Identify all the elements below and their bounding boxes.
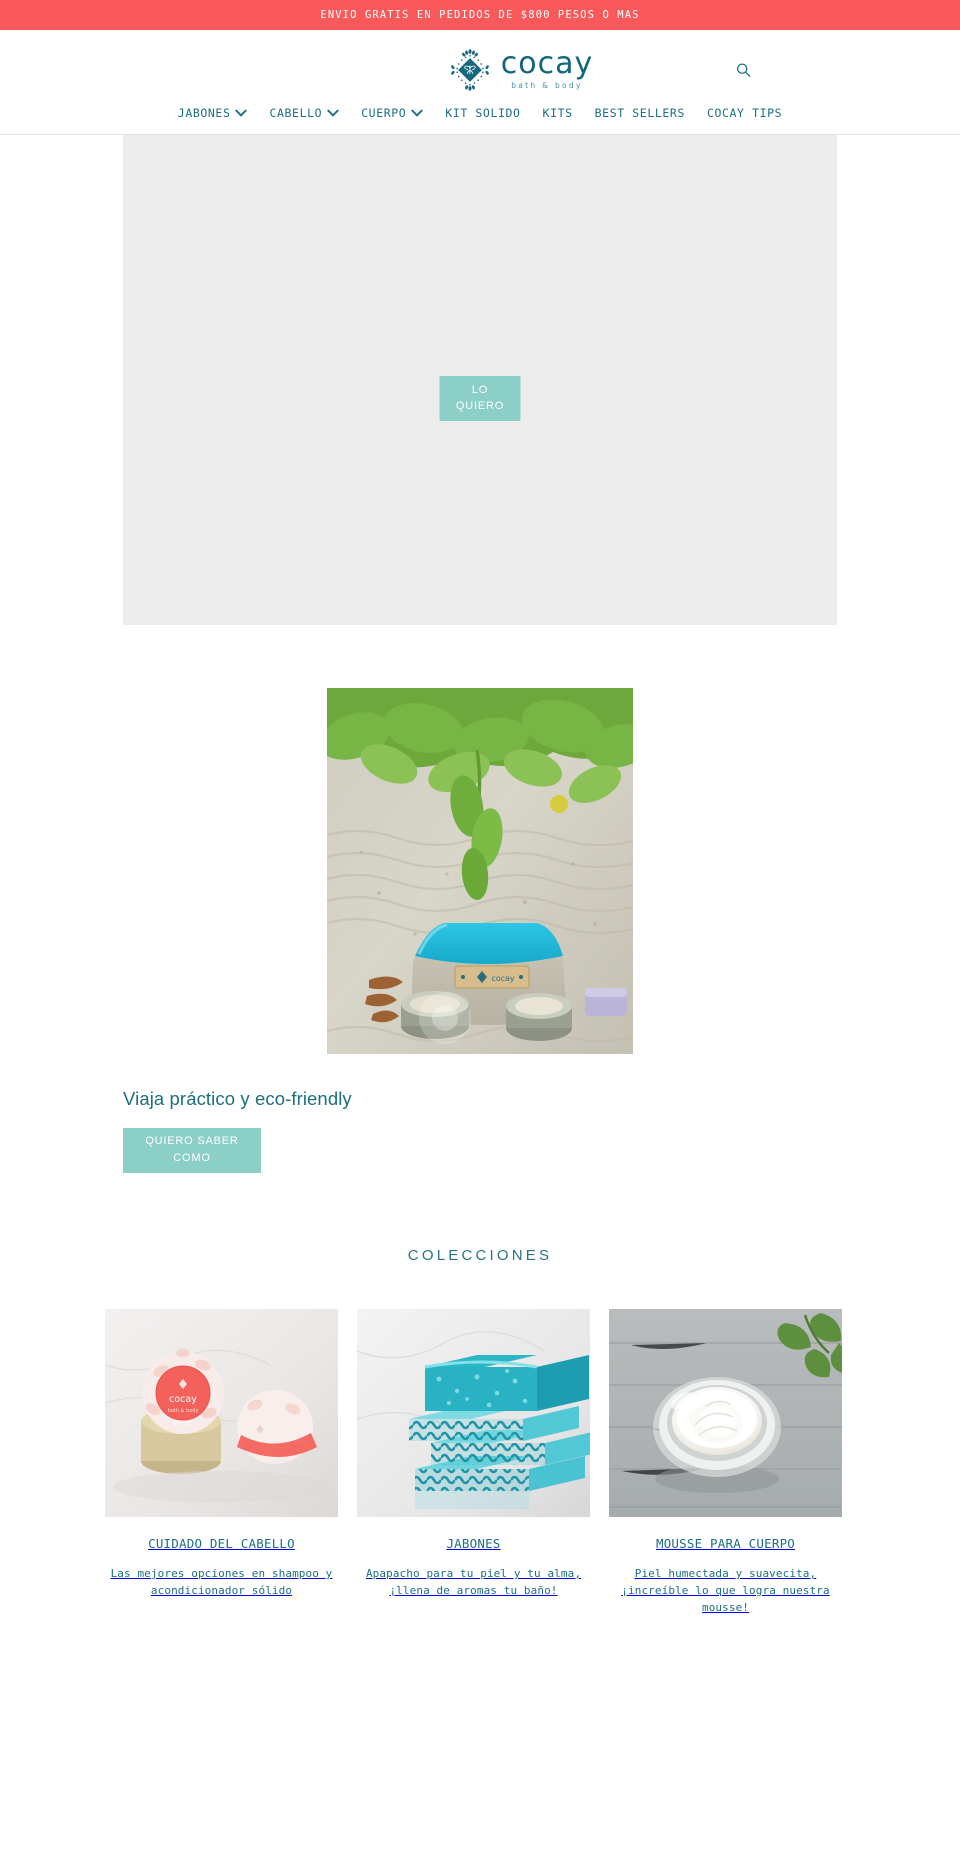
header-top-row: cocay bath & body — [0, 42, 960, 98]
nav-item-cuerpo[interactable]: CUERPO — [361, 106, 423, 120]
chevron-down-icon — [411, 106, 423, 120]
nav-item-label: KIT SOLIDO — [445, 106, 521, 120]
hero-cta-button[interactable]: LO QUIERO — [439, 376, 521, 421]
nav-item-label: COCAY TIPS — [706, 106, 783, 120]
logo-wordmark: cocay bath & body — [500, 46, 594, 90]
collection-card-description: Las mejores opciones en shampoo y acondi… — [110, 1567, 333, 1598]
collection-card-image — [357, 1309, 590, 1517]
announcement-text: ENVIO GRATIS EN PEDIDOS DE $800 PESOS O … — [320, 9, 640, 21]
hero-cta-line1: LO — [471, 383, 489, 396]
nav-item-cabello[interactable]: CABELLO — [269, 106, 339, 120]
logo-link[interactable]: cocay bath & body — [447, 47, 593, 93]
site-header: cocay bath & body JABONES CABELLO CUERPO… — [0, 30, 960, 135]
nav-item-label: CUERPO — [361, 106, 407, 120]
feature-image: cocay — [327, 688, 633, 1054]
logo-word: cocay — [500, 46, 594, 82]
svg-text:cocay: cocay — [169, 1394, 197, 1405]
announcement-bar: ENVIO GRATIS EN PEDIDOS DE $800 PESOS O … — [0, 0, 960, 30]
chevron-down-icon — [327, 106, 339, 120]
feature-title: Viaja práctico y eco-friendly — [123, 1088, 352, 1109]
collection-card-body-mousse[interactable]: MOUSSE PARA CUERPO Piel humectada y suav… — [609, 1309, 842, 1616]
nav-item-label: BEST SELLERS — [594, 106, 685, 120]
search-button[interactable] — [732, 59, 755, 82]
collection-card-soaps[interactable]: JABONES Apapacho para tu piel y tu alma,… — [357, 1309, 590, 1616]
feature-cta-line2: COMO — [173, 1152, 211, 1164]
search-icon — [736, 63, 751, 81]
nav-item-cocay-tips[interactable]: COCAY TIPS — [707, 106, 782, 120]
svg-text:80 gr.: 80 gr. — [174, 1419, 193, 1427]
collections-title: COLECCIONES — [407, 1247, 553, 1264]
nav-item-label: KITS — [542, 106, 573, 120]
feature-section: cocay Viaja práctico y eco-friendly QUIE… — [0, 688, 960, 1173]
collection-card-title: JABONES — [446, 1536, 501, 1551]
nav-item-label: JABONES — [177, 106, 231, 120]
collection-card-description: Apapacho para tu piel y tu alma, ¡llena … — [365, 1567, 582, 1598]
hero-banner: LO QUIERO — [123, 135, 837, 625]
collections-grid: cocay bath & body 80 gr. CUIDADO DEL CAB… — [105, 1309, 855, 1616]
svg-text:bath & body: bath & body — [168, 1408, 199, 1414]
collection-card-hair-care[interactable]: cocay bath & body 80 gr. CUIDADO DEL CAB… — [105, 1309, 338, 1616]
nav-item-kits[interactable]: KITS — [543, 106, 573, 120]
diamond-firefly-logo-icon — [447, 47, 493, 93]
hero-cta-line2: QUIERO — [455, 399, 505, 412]
collection-card-image — [609, 1309, 842, 1517]
collection-card-title: MOUSSE PARA CUERPO — [655, 1536, 796, 1551]
collection-card-title: CUIDADO DEL CABELLO — [148, 1536, 295, 1551]
nav-item-best-sellers[interactable]: BEST SELLERS — [595, 106, 685, 120]
feature-cta-line1: QUIERO SABER — [145, 1135, 239, 1148]
nav-item-kit-solido[interactable]: KIT SOLIDO — [445, 106, 520, 120]
collections-section: COLECCIONES cocay bath & body 80 gr. CUI… — [0, 1247, 960, 1616]
nav-item-label: CABELLO — [269, 106, 323, 120]
collection-card-image: cocay bath & body 80 gr. — [105, 1309, 338, 1517]
nav-item-jabones[interactable]: JABONES — [178, 106, 248, 120]
chevron-down-icon — [235, 106, 248, 120]
main-navigation: JABONES CABELLO CUERPO KIT SOLIDO KITS B… — [0, 106, 960, 124]
collection-card-description: Piel humectada y suavecita, ¡increíble l… — [621, 1567, 830, 1615]
svg-text:cocay: cocay — [491, 974, 515, 983]
feature-cta-button[interactable]: QUIERO SABER COMO — [123, 1128, 261, 1173]
logo-tagline: bath & body — [511, 80, 583, 90]
hero-content: LO QUIERO — [439, 376, 521, 421]
